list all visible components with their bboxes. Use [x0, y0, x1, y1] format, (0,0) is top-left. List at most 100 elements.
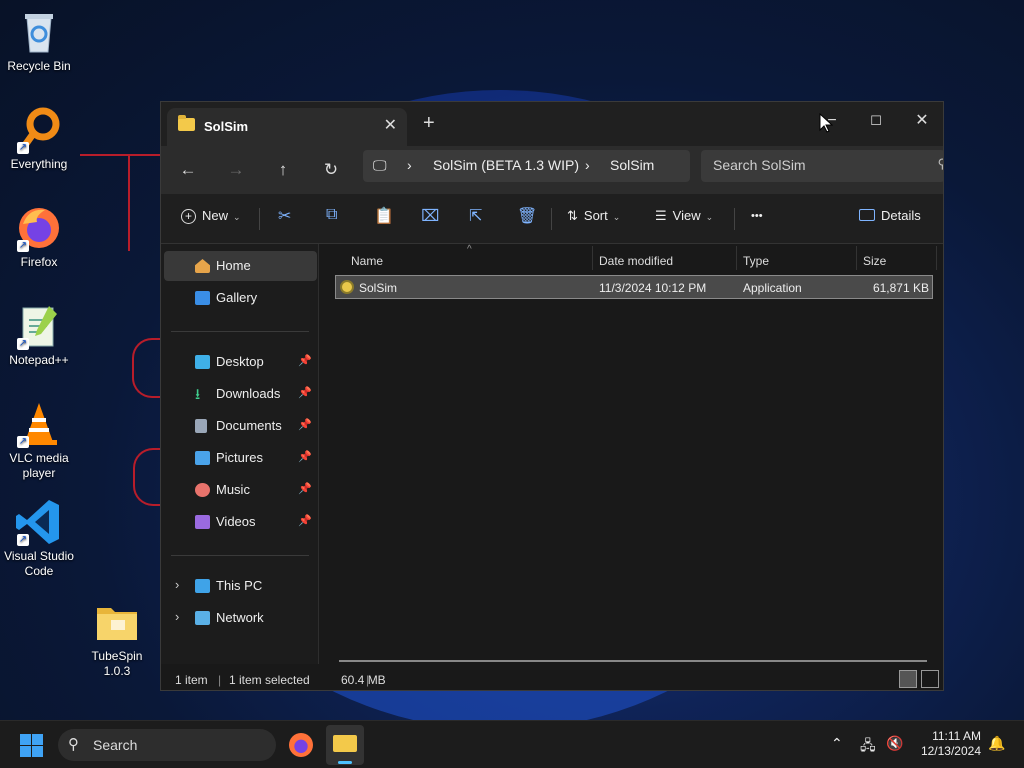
breadcrumb-item[interactable]: SolSim (BETA 1.3 WIP)	[433, 157, 579, 173]
breadcrumb-item[interactable]: SolSim	[610, 157, 654, 173]
sidebar-item-music[interactable]: Music 📌	[164, 475, 317, 505]
details-button[interactable]: Details	[859, 208, 921, 223]
refresh-icon[interactable]: ↻	[316, 155, 346, 185]
new-button[interactable]: + New ⌄	[181, 208, 241, 224]
maximize-icon: ☐	[870, 113, 882, 128]
clock-date: 12/13/2024	[920, 744, 981, 758]
up-arrow-icon[interactable]: ↑	[268, 155, 298, 185]
taskbar-file-explorer-button[interactable]	[326, 725, 364, 765]
pin-icon[interactable]: 📌	[298, 418, 312, 431]
delete-icon[interactable]: 🗑	[517, 206, 537, 226]
table-row[interactable]: SolSim 11/3/2024 10:12 PM Application 61…	[335, 275, 933, 299]
details-view-icon[interactable]	[899, 670, 917, 688]
chevron-right-icon[interactable]: ›	[175, 577, 179, 592]
sidebar-item-pictures[interactable]: Pictures 📌	[164, 443, 317, 473]
tab-close-icon[interactable]: ✕	[384, 115, 397, 135]
documents-icon	[195, 419, 207, 433]
column-header-size[interactable]: Size	[863, 254, 886, 268]
start-button[interactable]	[20, 734, 43, 757]
close-icon: ✕	[915, 112, 929, 129]
taskbar: ⚲ Search ⌃ 🖧 🔇 11:11 AM 12/13/2024 🔔	[0, 720, 1024, 768]
column-divider	[936, 246, 937, 270]
active-app-indicator	[338, 761, 352, 764]
volume-muted-icon[interactable]: 🔇	[886, 735, 903, 752]
pin-icon[interactable]: 📌	[298, 354, 312, 367]
column-header-type[interactable]: Type	[743, 254, 769, 268]
sidebar-item-home[interactable]: Home	[164, 251, 317, 281]
column-divider	[592, 246, 593, 270]
pin-icon[interactable]: 📌	[298, 386, 312, 399]
taskbar-firefox-button[interactable]	[285, 729, 317, 761]
desktop-icon-label: Everything	[10, 157, 68, 171]
sidebar-item-label: Documents	[216, 418, 282, 433]
column-header-name[interactable]: Name	[351, 254, 383, 268]
chevron-right-icon[interactable]: ›	[175, 609, 179, 624]
notification-bell-icon[interactable]: 🔔	[988, 735, 1005, 752]
breadcrumb[interactable]: 🖵 › SolSim (BETA 1.3 WIP) › SolSim	[363, 150, 690, 182]
sidebar-item-documents[interactable]: Documents 📌	[164, 411, 317, 441]
desktop-icon-firefox[interactable]: ↗ Firefox	[0, 204, 78, 270]
horizontal-scrollbar[interactable]	[339, 660, 927, 662]
folder-icon	[178, 115, 195, 131]
desktop-icon-vlc[interactable]: ↗ VLC media player	[0, 400, 78, 481]
pin-icon[interactable]: 📌	[298, 482, 312, 495]
desktop-icon-tubespin[interactable]: TubeSpin 1.0.3	[78, 598, 156, 679]
file-explorer-icon	[333, 735, 357, 752]
pin-icon[interactable]: 📌	[298, 514, 312, 527]
sidebar-item-gallery[interactable]: Gallery	[164, 283, 317, 313]
sort-label: Sort	[583, 208, 608, 223]
desktop-icon-label: Firefox	[20, 255, 58, 269]
system-clock[interactable]: 11:11 AM 12/13/2024	[921, 729, 981, 759]
desktop-icon-vscode[interactable]: ↗ Visual Studio Code	[0, 498, 78, 579]
sidebar-item-network[interactable]: › Network	[164, 603, 317, 633]
application-icon	[340, 280, 354, 294]
desktop-icon-label: VLC media player	[9, 451, 69, 480]
network-icon	[195, 611, 210, 625]
tab-solsim[interactable]: SolSim ✕	[167, 108, 407, 146]
network-tray-icon[interactable]: 🖧	[860, 735, 876, 759]
desktop-icon-recycle-bin[interactable]: Recycle Bin	[0, 8, 78, 74]
taskbar-search-input[interactable]: ⚲ Search	[58, 729, 276, 761]
red-annotation-line	[80, 154, 160, 156]
more-options-icon[interactable]: •••	[751, 210, 763, 222]
search-icon: ⚲	[68, 736, 79, 753]
sort-ascending-icon: ^	[467, 244, 472, 255]
close-window-button[interactable]: ✕	[907, 108, 937, 134]
chevron-up-icon[interactable]: ⌃	[831, 735, 843, 752]
sidebar-item-this-pc[interactable]: › This PC	[164, 571, 317, 601]
paste-icon[interactable]: 📋	[374, 206, 394, 226]
download-icon: ⭳	[195, 386, 201, 403]
pin-icon[interactable]: 📌	[298, 450, 312, 463]
back-arrow-icon[interactable]: ←	[173, 155, 203, 185]
sort-button[interactable]: ⇅ Sort ⌄	[567, 208, 620, 224]
red-annotation-stroke	[128, 156, 130, 251]
breadcrumb-separator-icon: ›	[407, 157, 412, 173]
divider	[171, 331, 309, 332]
computer-icon: 🖵	[373, 157, 387, 173]
vscode-icon: ↗	[15, 498, 63, 546]
maximize-button[interactable]: ☐	[861, 108, 891, 134]
sidebar-item-videos[interactable]: Videos 📌	[164, 507, 317, 537]
sidebar-item-downloads[interactable]: ⭳ Downloads 📌	[164, 379, 317, 409]
notepadpp-icon: ↗	[15, 302, 63, 350]
taskbar-search-placeholder: Search	[93, 737, 138, 753]
tiles-view-icon[interactable]	[921, 670, 939, 688]
selection-count: 1 item selected	[229, 673, 310, 687]
sidebar-item-label: Desktop	[216, 354, 264, 369]
cut-icon[interactable]: ✂	[278, 206, 291, 226]
column-header-date[interactable]: Date modified	[599, 254, 673, 268]
search-placeholder: Search SolSim	[713, 157, 806, 173]
copy-icon[interactable]: ⧉	[326, 206, 337, 224]
sidebar-item-desktop[interactable]: Desktop 📌	[164, 347, 317, 377]
desktop-icon-everything[interactable]: ↗ Everything	[0, 106, 78, 172]
new-tab-button[interactable]: +	[423, 113, 435, 133]
view-button[interactable]: ☰ View ⌄	[655, 208, 713, 224]
share-icon[interactable]: ⇱	[469, 206, 482, 226]
forward-arrow-icon[interactable]: →	[221, 155, 251, 185]
sidebar-item-label: Downloads	[216, 386, 281, 401]
search-input[interactable]: Search SolSim ⚲	[701, 150, 943, 182]
sidebar-item-label: Pictures	[216, 450, 263, 465]
rename-icon[interactable]: ⌧	[421, 206, 439, 226]
desktop-icon-notepadpp[interactable]: ↗ Notepad++	[0, 302, 78, 368]
firefox-icon: ↗	[15, 204, 63, 252]
